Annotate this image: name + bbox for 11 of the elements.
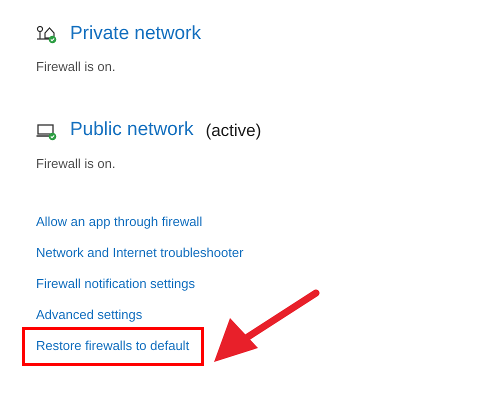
home-network-icon — [36, 24, 58, 44]
network-link[interactable]: Private network — [70, 20, 201, 48]
active-label: (active) — [206, 120, 262, 142]
settings-link[interactable]: Network and Internet troubleshooter — [36, 244, 244, 262]
settings-link[interactable]: Firewall notification settings — [36, 275, 195, 293]
settings-link[interactable]: Restore firewalls to default — [25, 330, 202, 363]
firewall-status: Firewall is on. — [36, 154, 116, 172]
settings-link[interactable]: Allow an app through firewall — [36, 213, 202, 231]
network-link[interactable]: Public network — [70, 116, 194, 145]
settings-link[interactable]: Advanced settings — [36, 306, 142, 324]
firewall-status: Firewall is on. — [36, 58, 116, 76]
